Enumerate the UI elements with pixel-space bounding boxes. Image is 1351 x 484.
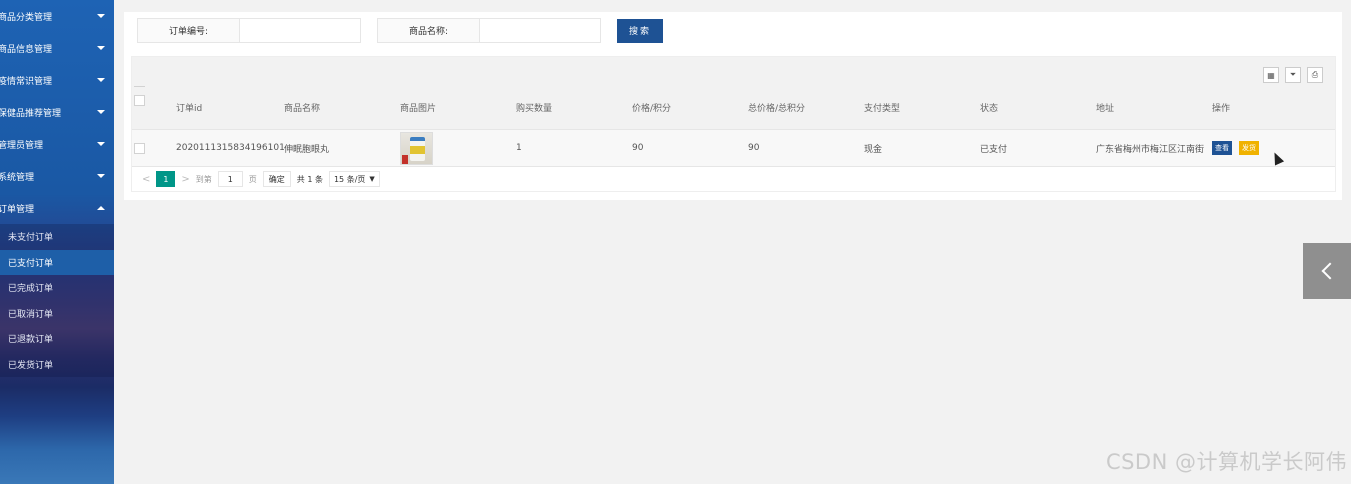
- order-status: 已支付: [980, 144, 1008, 155]
- order-no-label: 订单编号:: [138, 19, 240, 42]
- sidebar-item-label: 系统管理: [0, 172, 35, 183]
- header-order-id[interactable]: 订单id: [168, 101, 284, 114]
- search-bar: 订单编号: 商品名称: 搜索: [137, 18, 663, 43]
- main-card: 订单编号: 商品名称: 搜索 ▦ ⏷ ⎙ 订单id 商品名称 商品图片 购买数量: [124, 12, 1342, 200]
- header-operations: 操作: [1212, 104, 1231, 114]
- product-name-field: 商品名称:: [377, 18, 601, 43]
- goto-label: 到第: [195, 174, 212, 184]
- chevron-down-icon: [97, 174, 105, 178]
- orders-table: ▦ ⏷ ⎙ 订单id 商品名称 商品图片 购买数量 价格/积分 总价格/总积分 …: [131, 56, 1336, 192]
- select-all-checkbox[interactable]: [134, 86, 145, 87]
- view-button[interactable]: 查看: [1212, 141, 1232, 155]
- sidebar-item-health-products[interactable]: 保健品推荐管理: [0, 96, 114, 128]
- select-all-checkbox-alt[interactable]: [134, 95, 145, 106]
- sidebar-item-category[interactable]: 商品分类管理: [0, 0, 114, 32]
- order-no-input[interactable]: [240, 19, 360, 42]
- table-row: 20201113158341961017​1 伸眠胞眼丸 1 90 90 现金 …: [132, 129, 1335, 167]
- submenu-cancelled-orders[interactable]: 已取消订单: [0, 301, 114, 327]
- page-size-value: 15 条/页: [333, 174, 366, 184]
- total-count: 共 1 条: [296, 174, 323, 184]
- header-address[interactable]: 地址: [1096, 101, 1212, 114]
- current-page[interactable]: 1: [156, 171, 176, 187]
- collapse-panel-button[interactable]: [1303, 243, 1351, 299]
- row-checkbox[interactable]: [134, 143, 145, 154]
- page-unit-label: 页: [248, 174, 257, 184]
- chevron-down-icon: [97, 14, 105, 18]
- sidebar-item-label: 管理员管理: [0, 140, 44, 151]
- header-product-name[interactable]: 商品名称: [284, 101, 400, 114]
- submenu-paid-orders[interactable]: 已支付订单: [0, 249, 114, 275]
- product-name-input[interactable]: [480, 19, 600, 42]
- chevron-down-icon: ▼: [369, 175, 375, 183]
- row-checkbox-cell: [132, 130, 168, 166]
- goto-page-input[interactable]: 1: [217, 171, 243, 187]
- watermark: CSDN @计算机学长阿伟: [1105, 450, 1347, 474]
- page-size-select[interactable]: 15 条/页 ▼: [328, 171, 380, 187]
- export-icon[interactable]: ⏷: [1285, 67, 1301, 83]
- print-icon[interactable]: ⎙: [1307, 67, 1323, 83]
- address: 广东省梅州市梅江区江南街: [1096, 144, 1205, 155]
- order-id: 20201113158341961017​1: [176, 143, 284, 153]
- submenu-shipped-orders[interactable]: 已发货订单: [0, 352, 114, 378]
- header-quantity[interactable]: 购买数量: [516, 101, 632, 114]
- chevron-down-icon: [97, 142, 105, 146]
- submenu-refunded-orders[interactable]: 已退款订单: [0, 326, 114, 352]
- columns-icon[interactable]: ▦: [1263, 67, 1279, 83]
- pay-type: 现金: [864, 144, 883, 155]
- table-header: 订单id 商品名称 商品图片 购买数量 价格/积分 总价格/总积分 支付类型 状…: [132, 86, 1335, 129]
- chevron-down-icon: [97, 46, 105, 50]
- sidebar-item-product-info[interactable]: 商品信息管理: [0, 32, 114, 64]
- header-checkbox-cell: [132, 86, 168, 129]
- sidebar-item-label: 订单管理: [0, 204, 35, 215]
- header-product-image[interactable]: 商品图片: [400, 101, 516, 114]
- orders-submenu: 未支付订单 已支付订单 已完成订单 已取消订单 已退款订单 已发货订单: [0, 224, 114, 377]
- row-operations: 查看 发货: [1212, 141, 1312, 155]
- table-toolbar: ▦ ⏷ ⎙: [132, 57, 1335, 86]
- sidebar-item-epidemic[interactable]: 疫情常识管理: [0, 64, 114, 96]
- chevron-down-icon: [97, 78, 105, 82]
- price: 90: [632, 143, 644, 153]
- sidebar-item-orders[interactable]: 订单管理: [0, 192, 114, 224]
- sidebar-item-admins[interactable]: 管理员管理: [0, 128, 114, 160]
- goto-confirm-button[interactable]: 确定: [262, 171, 291, 187]
- order-no-field: 订单编号:: [137, 18, 361, 43]
- ship-button[interactable]: 发货: [1239, 141, 1259, 155]
- total-price: 90: [748, 143, 760, 153]
- chevron-down-icon: [97, 110, 105, 114]
- sidebar-item-label: 商品信息管理: [0, 44, 53, 55]
- sidebar-item-label: 疫情常识管理: [0, 76, 53, 87]
- quantity: 1: [516, 143, 522, 153]
- sidebar-item-system[interactable]: 系统管理: [0, 160, 114, 192]
- product-name: 伸眠胞眼丸: [284, 144, 330, 155]
- pagination: < 1 > 到第 1 页 确定 共 1 条 15 条/页 ▼: [132, 167, 1335, 191]
- chevron-up-icon: [97, 206, 105, 210]
- product-thumbnail[interactable]: [400, 131, 433, 165]
- header-status[interactable]: 状态: [980, 101, 1096, 114]
- header-price[interactable]: 价格/积分: [632, 101, 748, 114]
- sidebar-item-label: 商品分类管理: [0, 12, 53, 23]
- search-button[interactable]: 搜索: [617, 18, 663, 43]
- product-image-cell: [400, 131, 516, 165]
- product-name-label: 商品名称:: [378, 19, 480, 42]
- header-total[interactable]: 总价格/总积分: [748, 101, 864, 114]
- prev-page-button[interactable]: <: [142, 174, 150, 185]
- sidebar-item-label: 保健品推荐管理: [0, 108, 62, 119]
- sidebar: 商品分类管理 商品信息管理 疫情常识管理 保健品推荐管理 管理员管理 系统管理 …: [0, 0, 114, 484]
- submenu-completed-orders[interactable]: 已完成订单: [0, 275, 114, 301]
- chevron-left-icon: [1321, 262, 1339, 280]
- header-pay-type[interactable]: 支付类型: [864, 101, 980, 114]
- submenu-unpaid-orders[interactable]: 未支付订单: [0, 224, 114, 250]
- next-page-button[interactable]: >: [181, 174, 189, 185]
